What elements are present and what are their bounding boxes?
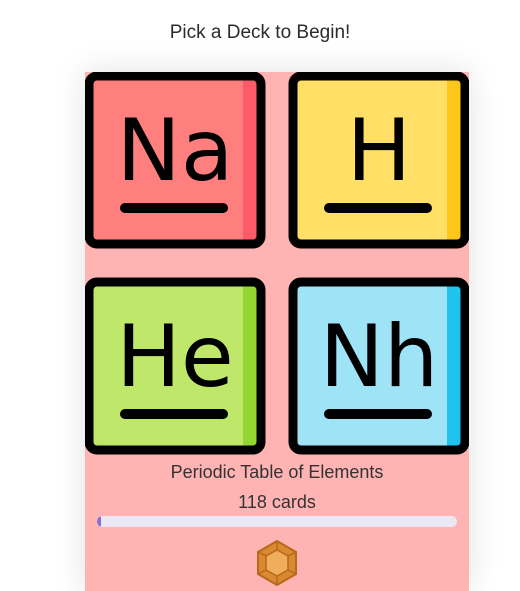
tile-h-symbol: H	[347, 101, 412, 201]
tile-he-edge	[243, 286, 257, 446]
tile-na-edge	[243, 80, 257, 240]
hexagon-gem-icon	[257, 539, 297, 587]
deck-progress-bar	[97, 516, 457, 527]
tile-he-symbol: He	[116, 307, 234, 407]
tile-na-symbol: Na	[116, 101, 233, 201]
deck-card-count: 118 cards	[238, 492, 316, 512]
tile-h: H	[288, 72, 469, 249]
periodic-tiles-image: Na H He Nh	[85, 72, 469, 455]
tile-nh-edge	[447, 286, 461, 446]
deck-title: Periodic Table of Elements	[170, 462, 384, 482]
deck-card-periodic-table[interactable]: Na H He Nh Periodic Table of Elements 11…	[85, 72, 469, 591]
tile-h-edge	[447, 80, 461, 240]
tile-nh: Nh	[288, 277, 469, 455]
tile-he: He	[85, 277, 266, 455]
deck-picker-page: Pick a Deck to Begin! Na H He Nh Periodi…	[0, 0, 520, 591]
tile-nh-symbol: Nh	[320, 307, 439, 407]
deck-progress-fill	[97, 516, 101, 527]
tile-na: Na	[85, 72, 266, 249]
page-heading: Pick a Deck to Begin!	[169, 22, 351, 43]
